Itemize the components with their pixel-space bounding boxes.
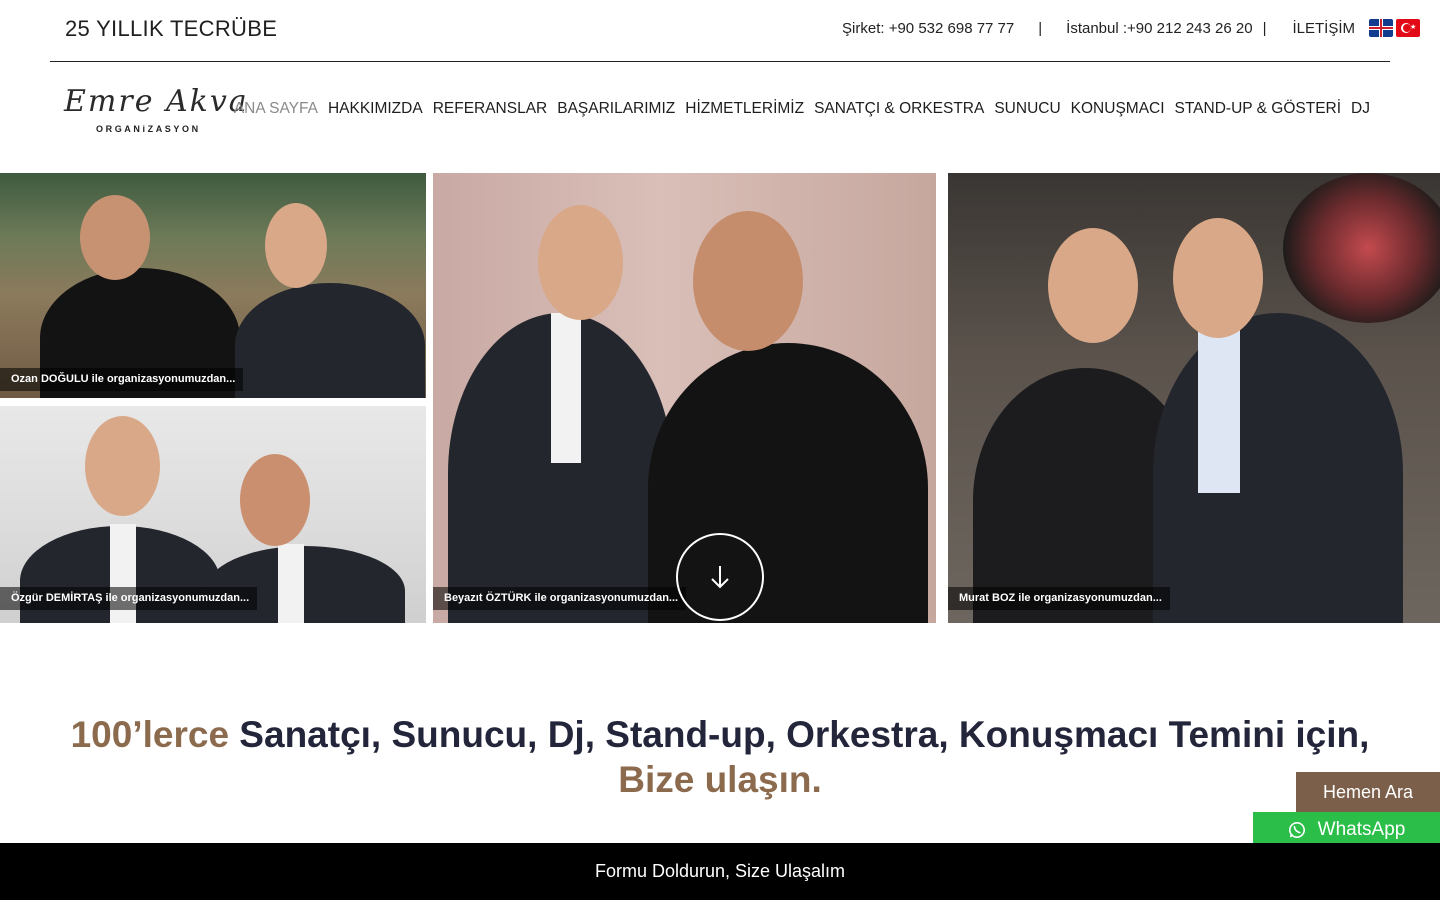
photo [0, 173, 426, 398]
gallery-caption: Murat BOZ ile organizasyonumuzdan... [948, 587, 1170, 610]
nav-item-referanslar[interactable]: REFERANSLAR [433, 100, 548, 118]
call-now-button[interactable]: Hemen Ara [1296, 772, 1440, 812]
separator: | [1038, 19, 1043, 37]
nav-item-ana-sayfa[interactable]: ANA SAYFA [234, 100, 318, 118]
photo [948, 173, 1440, 623]
logo-subtitle: ORGANiZASYON [96, 124, 201, 134]
main-navigation: ANA SAYFA HAKKIMIZDA REFERANSLAR BAŞARIL… [234, 100, 1370, 118]
nav-item-sanatci-orkestra[interactable]: SANATÇI & ORKESTRA [814, 100, 984, 118]
uk-flag-icon[interactable] [1369, 19, 1393, 37]
whatsapp-label: WhatsApp [1317, 819, 1406, 840]
gallery-caption: Özgür DEMİRTAŞ ile organizasyonumuzdan..… [0, 587, 258, 610]
experience-tagline: 25 YILLIK TECRÜBE [65, 16, 278, 41]
site-header: Emre Akva ORGANiZASYON ANA SAYFA HAKKIMI… [0, 62, 1440, 173]
nav-item-sunucu[interactable]: SUNUCU [994, 100, 1060, 118]
separator: | [1262, 19, 1267, 37]
headline-main: Sanatçı, Sunucu, Dj, Stand-up, Orkestra,… [229, 714, 1370, 755]
gallery-tile[interactable]: Özgür DEMİRTAŞ ile organizasyonumuzdan..… [0, 406, 426, 623]
services-headline: 100’lerce Sanatçı, Sunucu, Dj, Stand-up,… [0, 712, 1440, 802]
nav-item-dj[interactable]: DJ [1351, 100, 1370, 118]
logo-script: Emre Akva [64, 84, 249, 119]
contact-link[interactable]: İLETİŞİM [1292, 20, 1355, 37]
gallery-caption: Ozan DOĞULU ile organizasyonumuzdan... [0, 368, 244, 391]
site-logo[interactable]: Emre Akva ORGANiZASYON [62, 84, 247, 140]
form-bar-label: Formu Doldurun, Size Ulaşalım [594, 861, 846, 881]
company-phone-link[interactable]: Şirket: +90 532 698 77 77 [842, 20, 1014, 37]
headline-contact-cta: Bize ulaşın. [618, 759, 822, 800]
nav-item-konusmaci[interactable]: KONUŞMACI [1071, 100, 1165, 118]
gallery-tile[interactable]: Ozan DOĞULU ile organizasyonumuzdan... [0, 173, 426, 398]
nav-item-hakkimizda[interactable]: HAKKIMIZDA [328, 100, 423, 118]
top-bar: 25 YILLIK TECRÜBE Şirket: +90 532 698 77… [0, 0, 1440, 61]
nav-item-hizmetlerimiz[interactable]: HİZMETLERİMİZ [685, 100, 804, 118]
gallery-tile[interactable]: Murat BOZ ile organizasyonumuzdan... [948, 173, 1440, 623]
contact-info: Şirket: +90 532 698 77 77 | İstanbul :+9… [842, 19, 1420, 37]
photo-gallery: Ozan DOĞULU ile organizasyonumuzdan... Ö… [0, 173, 1440, 623]
nav-item-basarilarimiz[interactable]: BAŞARILARIMIZ [557, 100, 675, 118]
istanbul-phone-link[interactable]: İstanbul :+90 212 243 26 20 [1066, 20, 1252, 37]
nav-item-stand-up[interactable]: STAND-UP & GÖSTERİ [1175, 100, 1342, 118]
contact-form-bar[interactable]: Formu Doldurun, Size Ulaşalım [0, 843, 1440, 900]
whatsapp-icon [1288, 822, 1305, 838]
scroll-down-button[interactable] [676, 533, 764, 621]
gallery-caption: Beyazıt ÖZTÜRK ile organizasyonumuzdan..… [433, 587, 687, 610]
arrow-down-icon [711, 566, 729, 589]
turkey-flag-icon[interactable]: ★ [1396, 19, 1420, 37]
headline-accent-count: 100’lerce [70, 714, 230, 755]
language-switcher: ★ [1369, 19, 1420, 37]
